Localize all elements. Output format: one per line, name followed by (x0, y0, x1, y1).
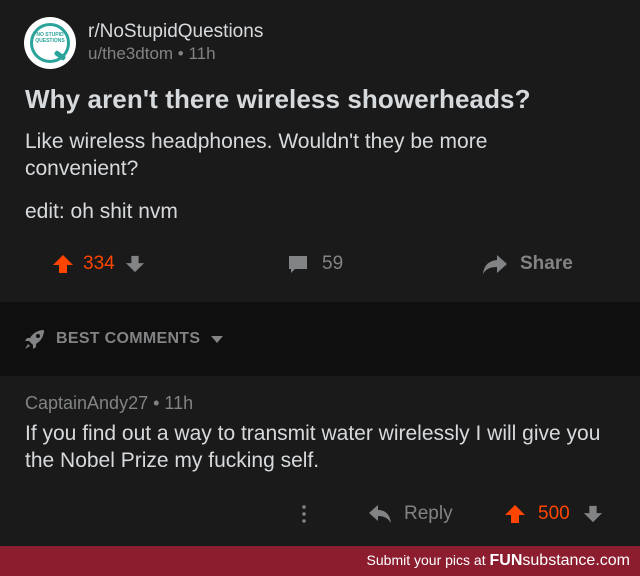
sort-label: BEST COMMENTS (56, 330, 201, 347)
post-header: NO STUPID QUESTIONS r/NoStupidQuestions … (24, 17, 263, 69)
upvote-arrow-icon[interactable] (52, 253, 74, 275)
comment-vote-group: 500 (504, 496, 603, 532)
post-author[interactable]: u/the3dtom (88, 44, 173, 63)
post-title[interactable]: Why aren't there wireless showerheads? (25, 84, 531, 115)
share-arrow-icon (482, 253, 508, 275)
watermark-footer: Submit your pics at FUNsubstance.com (0, 546, 640, 576)
comment-author-line: CaptainAndy27 • 11h (25, 393, 193, 414)
footer-caption: Submit your pics at (366, 552, 486, 568)
comment-author[interactable]: CaptainAndy27 (25, 393, 148, 413)
comments-button[interactable]: 59 (287, 246, 343, 282)
separator-dot: • (153, 393, 165, 413)
comment-count: 59 (322, 253, 344, 274)
comment-actions: Reply 500 (0, 496, 640, 532)
reply-arrow-icon (368, 504, 392, 524)
post-edit-note: edit: oh shit nvm (25, 200, 178, 223)
comment-bubble-icon (287, 253, 309, 275)
post-vote-group: 334 (52, 246, 145, 282)
post-meta: r/NoStupidQuestions u/the3dtom • 11h (88, 21, 263, 65)
post-age: 11h (188, 44, 216, 63)
sort-dropdown[interactable]: BEST COMMENTS (24, 328, 224, 350)
comment-age: 11h (164, 393, 194, 413)
caret-down-icon (210, 334, 224, 344)
share-label: Share (520, 253, 573, 274)
comment-card: CaptainAndy27 • 11h If you find out a wa… (0, 376, 640, 546)
upvote-arrow-icon[interactable] (504, 503, 526, 525)
more-dots-icon (298, 502, 310, 526)
downvote-arrow-icon[interactable] (583, 504, 603, 524)
post-card: NO STUPID QUESTIONS r/NoStupidQuestions … (0, 0, 640, 302)
share-button[interactable]: Share (482, 246, 573, 282)
comment-body: If you find out a way to transmit water … (25, 422, 601, 472)
separator-dot: • (177, 44, 189, 63)
footer-brand-bold: FUN (489, 552, 523, 569)
footer-brand: FUNsubstance.com (490, 552, 631, 569)
reply-button[interactable]: Reply (368, 496, 453, 532)
comment-score: 500 (538, 503, 570, 524)
rocket-icon (24, 328, 46, 350)
logo-text: NO STUPID QUESTIONS (35, 32, 65, 44)
footer-brand-light: substance.com (522, 552, 630, 569)
post-author-line: u/the3dtom • 11h (88, 43, 263, 65)
subreddit-name[interactable]: r/NoStupidQuestions (88, 21, 263, 43)
more-options-button[interactable] (298, 496, 310, 532)
reply-label: Reply (404, 503, 453, 524)
subreddit-logo[interactable]: NO STUPID QUESTIONS (24, 17, 76, 69)
comment-sort-bar: BEST COMMENTS (0, 302, 640, 376)
footer-text: Submit your pics at FUNsubstance.com (367, 552, 630, 570)
post-body: Like wireless headphones. Wouldn't they … (25, 130, 488, 180)
post-actions: 334 59 Share (0, 246, 640, 282)
post-score: 334 (83, 253, 115, 274)
downvote-arrow-icon[interactable] (125, 254, 145, 274)
